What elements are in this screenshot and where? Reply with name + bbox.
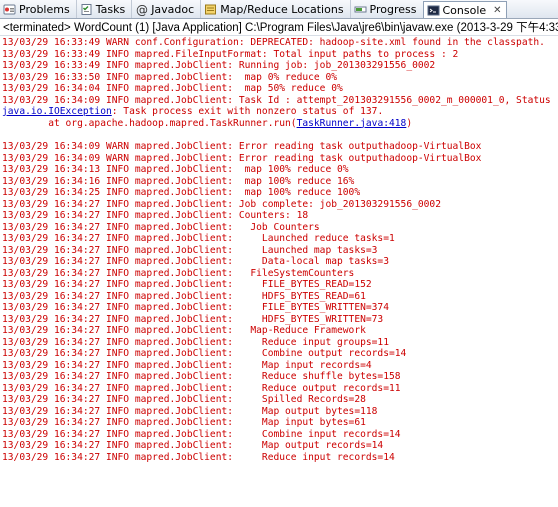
console-line: 13/03/29 16:34:27 INFO mapred.JobClient:…: [2, 244, 378, 256]
console-line: 13/03/29 16:34:27 INFO mapred.JobClient:…: [2, 325, 366, 336]
console-line: 13/03/29 16:34:27 INFO mapred.JobClient:…: [2, 417, 366, 428]
tab-problems[interactable]: Problems: [0, 0, 76, 18]
console-line: 13/03/29 16:34:27 INFO mapred.JobClient:…: [2, 405, 378, 417]
console-line: 13/03/29 16:34:09 INFO mapred.JobClient:…: [2, 94, 551, 106]
console-line: 13/03/29 16:34:27 INFO mapred.JobClient:…: [2, 371, 401, 382]
console-line: 13/03/29 16:34:27 INFO mapred.JobClient:…: [2, 451, 395, 463]
view-tab-bar: Problems Tasks @ Javadoc Map/Reduce Loca…: [0, 0, 558, 19]
console-line: 13/03/29 16:34:27 INFO mapred.JobClient:…: [2, 428, 401, 440]
console-line: 13/03/29 16:34:27 INFO mapred.JobClient:…: [2, 198, 441, 210]
console-line: 13/03/29 16:34:27 INFO mapred.JobClient:…: [2, 290, 366, 302]
console-line: 13/03/29 16:34:13 INFO mapred.JobClient:…: [2, 164, 349, 175]
console-line: 13/03/29 16:34:27 INFO mapred.JobClient:…: [2, 210, 309, 221]
exception-link[interactable]: java.io.IOException: [2, 106, 112, 117]
exception-message: : Task process exit with nonzero status …: [111, 106, 384, 117]
mapreduce-icon: [204, 3, 217, 16]
javadoc-icon: @: [135, 3, 148, 16]
console-line: 13/03/29 16:34:27 INFO mapred.JobClient:…: [2, 233, 395, 244]
tab-console[interactable]: Console ✕: [422, 1, 507, 18]
console-line: 13/03/29 16:34:27 INFO mapred.JobClient:…: [2, 279, 372, 290]
console-line: 13/03/29 16:33:49 INFO mapred.FileInputF…: [2, 48, 459, 60]
tab-label: Javadoc: [151, 2, 195, 16]
stacktrace-prefix: at org.apache.hadoop.mapred.TaskRunner.r…: [2, 117, 297, 129]
tab-label: Progress: [369, 2, 417, 16]
tab-javadoc[interactable]: @ Javadoc: [131, 0, 200, 18]
console-line: 13/03/29 16:33:50 INFO mapred.JobClient:…: [2, 71, 338, 83]
console-line: 13/03/29 16:34:25 INFO mapred.JobClient:…: [2, 187, 361, 198]
console-line: 13/03/29 16:34:27 INFO mapred.JobClient:…: [2, 336, 389, 348]
tab-mapreduce-locations[interactable]: Map/Reduce Locations: [200, 0, 349, 18]
source-link[interactable]: TaskRunner.java:418: [297, 118, 407, 129]
stacktrace-line: at org.apache.hadoop.mapred.TaskRunner.r…: [2, 118, 558, 130]
console-line: 13/03/29 16:34:09 WARN mapred.JobClient:…: [2, 152, 482, 164]
console-output: 13/03/29 16:33:49 WARN conf.Configuratio…: [0, 37, 558, 507]
console-line: 13/03/29 16:34:27 INFO mapred.JobClient:…: [2, 440, 384, 451]
tab-label: Map/Reduce Locations: [220, 2, 344, 16]
console-line: 13/03/29 16:34:27 INFO mapred.JobClient:…: [2, 313, 384, 325]
tab-label: Tasks: [95, 2, 126, 16]
console-line: 13/03/29 16:34:27 INFO mapred.JobClient:…: [2, 302, 389, 313]
progress-icon: [354, 3, 367, 16]
console-header: <terminated> WordCount (1) [Java Applica…: [0, 20, 558, 36]
console-line: 13/03/29 16:34:27 INFO mapred.JobClient:…: [2, 394, 366, 405]
console-line: 13/03/29 16:33:49 WARN conf.Configuratio…: [2, 37, 545, 48]
exception-line: java.io.IOException: Task process exit w…: [2, 106, 558, 118]
console-line: 13/03/29 16:34:27 INFO mapred.JobClient:…: [2, 382, 401, 394]
tasks-icon: [80, 3, 93, 16]
tab-label: Problems: [19, 2, 70, 16]
tab-label: Console: [442, 3, 487, 17]
console-line: 13/03/29 16:34:09 WARN mapred.JobClient:…: [2, 141, 482, 152]
problems-icon: [3, 3, 16, 16]
console-line: 13/03/29 16:34:27 INFO mapred.JobClient:…: [2, 267, 355, 279]
close-icon[interactable]: ✕: [493, 5, 501, 16]
console-line: 13/03/29 16:34:27 INFO mapred.JobClient:…: [2, 359, 372, 371]
svg-text:@: @: [136, 3, 148, 16]
console-line: 13/03/29 16:33:49 INFO mapred.JobClient:…: [2, 60, 436, 71]
tab-tasks[interactable]: Tasks: [75, 0, 131, 18]
console-line: 13/03/29 16:34:27 INFO mapred.JobClient:…: [2, 221, 320, 233]
console-line: 13/03/29 16:34:27 INFO mapred.JobClient:…: [2, 256, 389, 267]
stacktrace-suffix: ): [406, 117, 413, 129]
console-icon: [427, 4, 440, 17]
console-line: 13/03/29 16:34:04 INFO mapred.JobClient:…: [2, 83, 343, 94]
tab-progress[interactable]: Progress: [349, 0, 423, 18]
console-line: 13/03/29 16:34:16 INFO mapred.JobClient:…: [2, 175, 355, 187]
console-line: 13/03/29 16:34:27 INFO mapred.JobClient:…: [2, 348, 407, 359]
